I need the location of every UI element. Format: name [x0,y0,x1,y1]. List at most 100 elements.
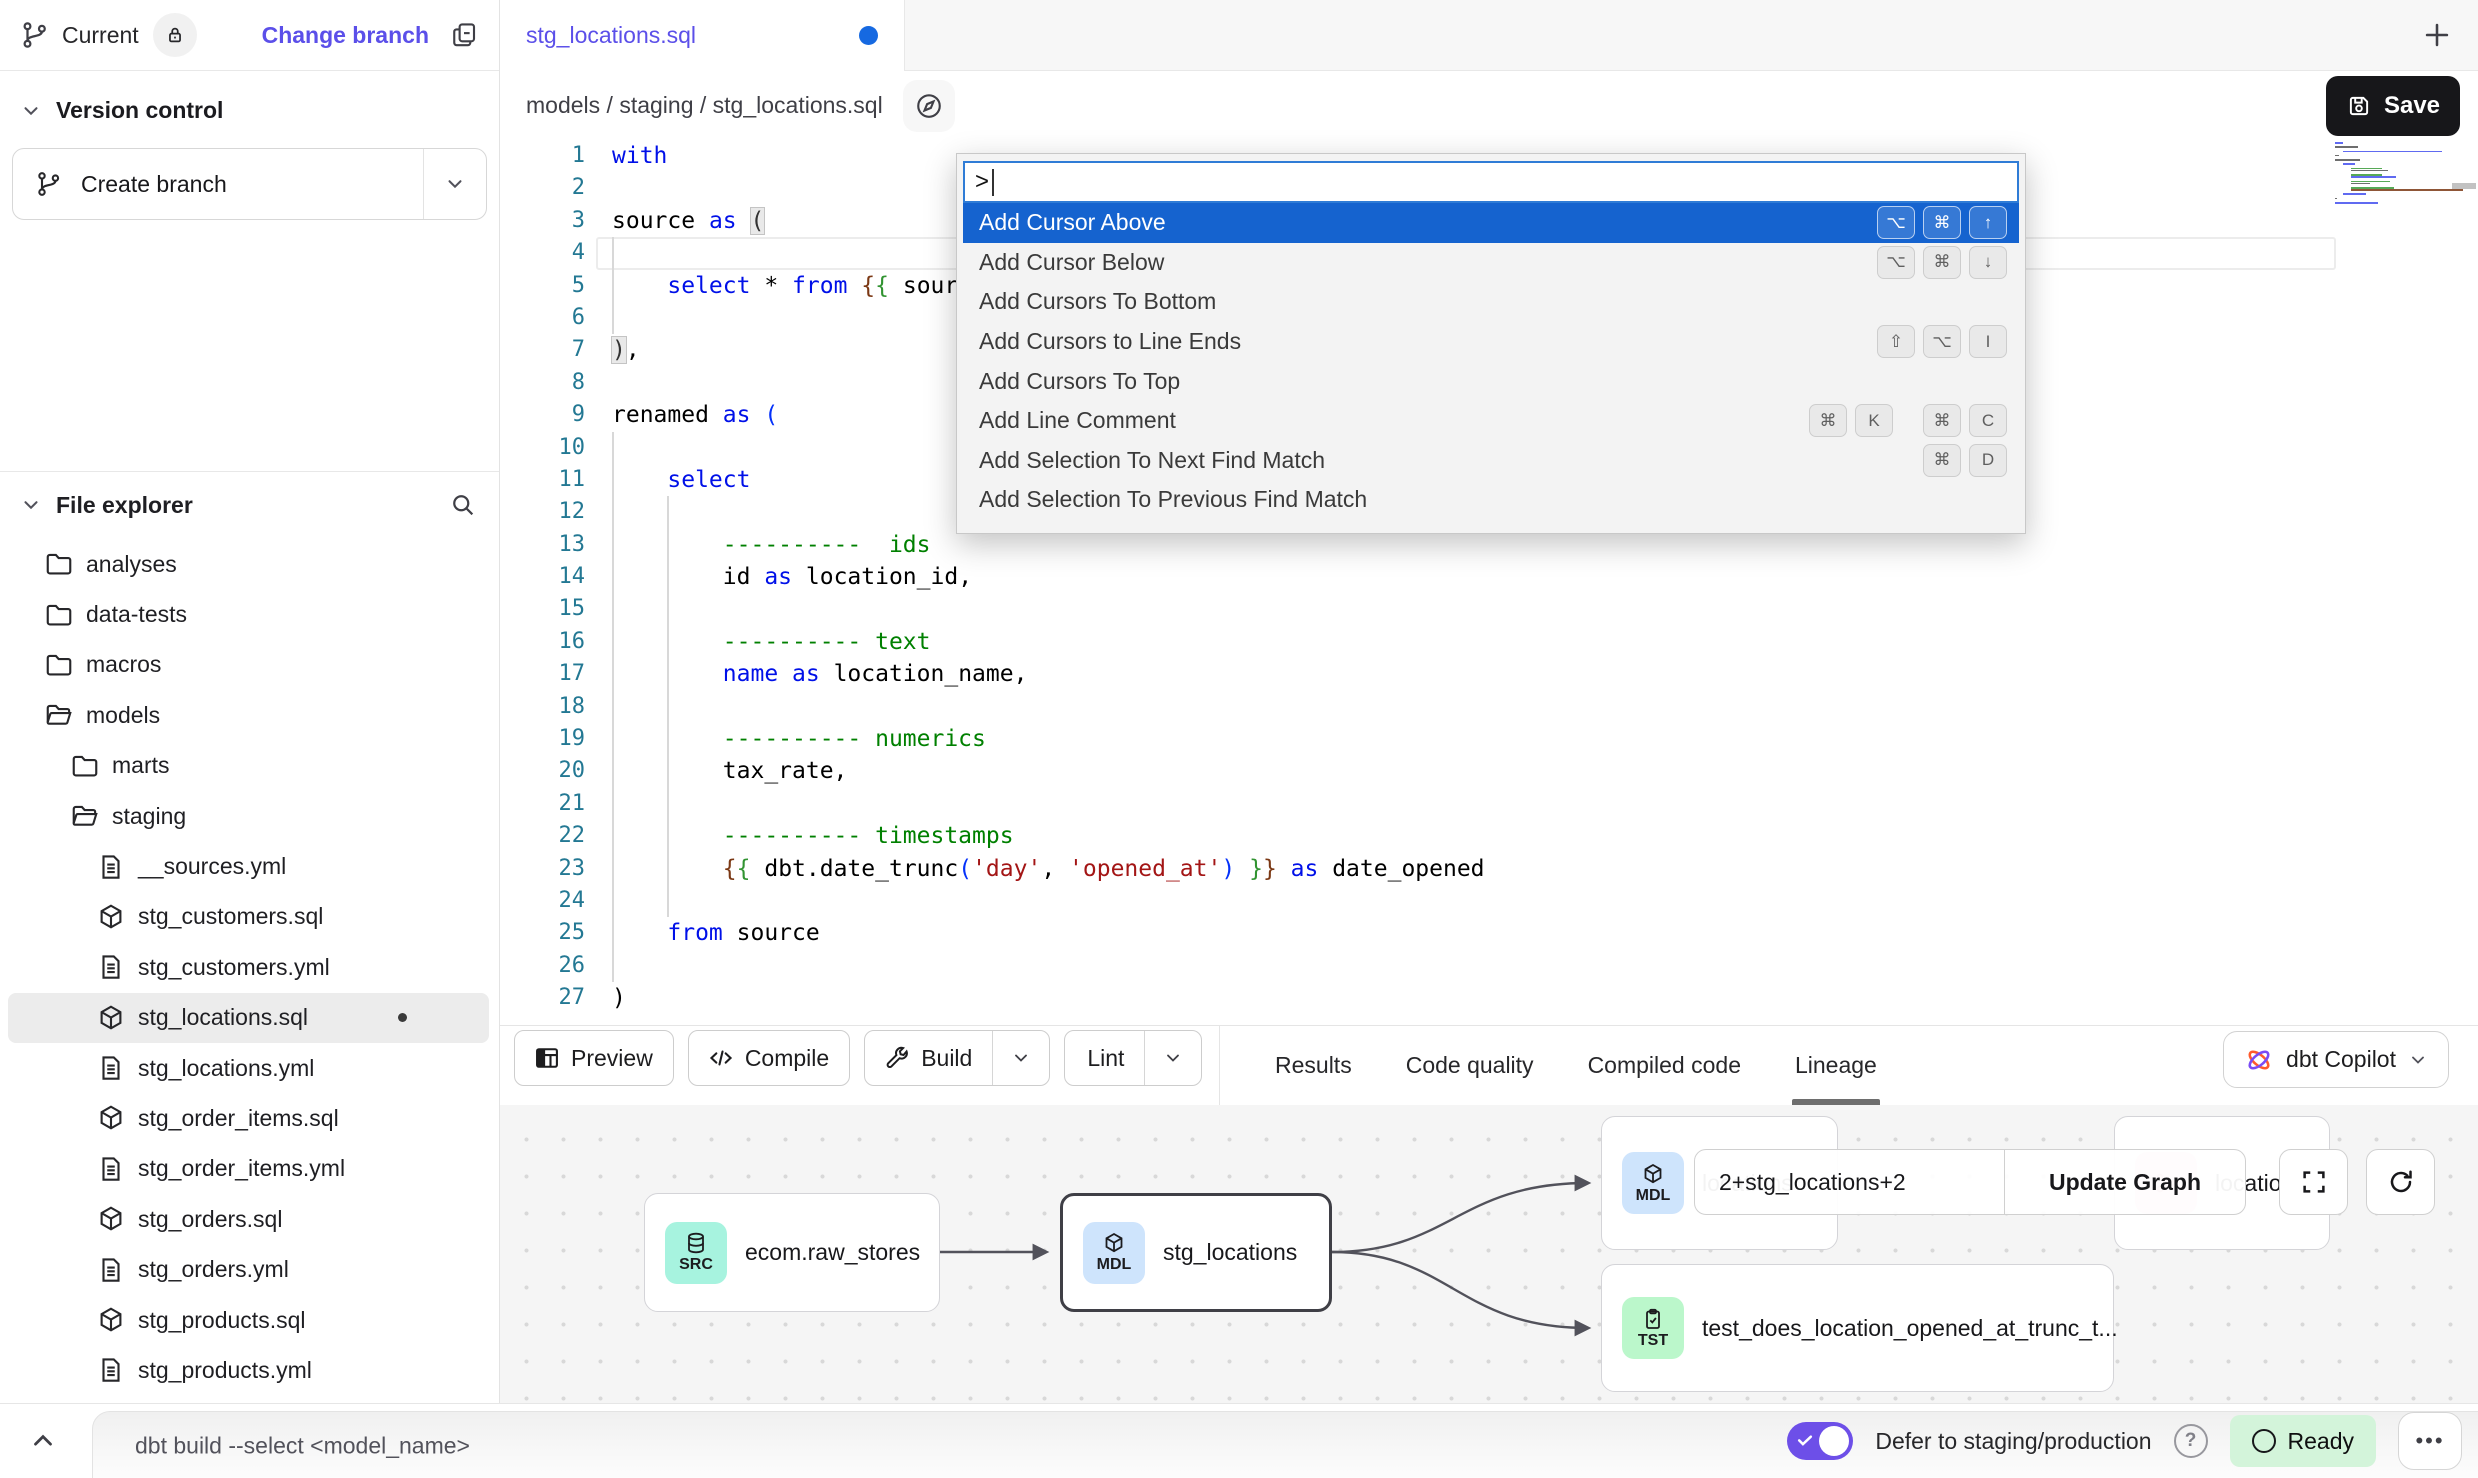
file-row-marts[interactable]: marts [8,741,489,791]
save-button[interactable]: Save [2326,76,2460,136]
refresh-button[interactable] [2366,1149,2435,1215]
file-row-data-tests[interactable]: data-tests [8,589,489,639]
code-line-21[interactable]: 21 [500,788,2478,820]
create-branch-dropdown[interactable] [423,149,486,219]
palette-item[interactable]: Add Cursor Above⌥⌘↑ [963,203,2019,243]
file-row-stg_locations.sql[interactable]: stg_locations.sql [8,993,489,1043]
keycap: D [1969,444,2007,477]
palette-item-label: Add Cursors to Line Ends [979,328,1241,355]
palette-item[interactable]: Add Selection To Next Find Match⌘D [963,441,2019,481]
keycap: C [1969,404,2007,437]
chevron-down-icon [2408,1050,2428,1070]
file-row-models[interactable]: models [8,690,489,740]
defer-toggle[interactable] [1787,1422,1853,1460]
dbt-copilot-button[interactable]: dbt Copilot [2223,1031,2449,1088]
tab-code-quality[interactable]: Code quality [1379,1026,1561,1105]
file-row-stg_customers.sql[interactable]: stg_customers.sql [8,892,489,942]
git-branch-icon [35,170,63,198]
line-number: 9 [500,399,585,431]
check-icon [1795,1430,1815,1450]
version-control-title: Version control [56,97,223,124]
command-palette-input[interactable]: > [963,161,2019,203]
file-row-stg_order_items.sql[interactable]: stg_order_items.sql [8,1093,489,1143]
build-button[interactable]: Build [864,1030,1050,1086]
search-icon[interactable] [449,491,477,519]
code-line-27[interactable]: 27) [500,982,2478,1014]
fullscreen-button[interactable] [2279,1149,2348,1215]
file-name: stg_products.sql [138,1307,305,1334]
palette-item[interactable]: Add Line Comment⌘K⌘C [963,401,2019,441]
lineage-node-source[interactable]: SRC ecom.raw_stores [644,1193,940,1312]
file-row-staging[interactable]: staging [8,791,489,841]
chevron-up-icon[interactable] [28,1426,58,1456]
file-row-stg_orders.sql[interactable]: stg_orders.sql [8,1194,489,1244]
preview-button[interactable]: Preview [514,1030,674,1086]
line-number: 15 [500,593,585,625]
modified-dot-icon [398,1013,407,1022]
tab-lineage[interactable]: Lineage [1768,1026,1904,1105]
file-explorer-section-header[interactable]: File explorer [0,478,499,532]
lineage-selector-input[interactable]: 2+stg_locations+2 [1695,1150,2005,1214]
badge-label: SRC [679,1256,713,1274]
file-name: marts [112,752,170,779]
palette-item[interactable]: Add Selection To Previous Find Match [963,480,2019,520]
lint-button[interactable]: Lint [1064,1030,1202,1086]
update-graph-button[interactable]: Update Graph [2005,1150,2245,1214]
compile-button[interactable]: Compile [688,1030,850,1086]
palette-item[interactable]: Add Cursors To Top [963,361,2019,401]
tab-compiled-code[interactable]: Compiled code [1561,1026,1768,1105]
cli-command-placeholder: dbt build --select <model_name> [135,1432,470,1459]
palette-item[interactable]: Add Cursors To Bottom [963,282,2019,322]
file-row-stg_customers.yml[interactable]: stg_customers.yml [8,942,489,992]
command-palette: > Add Cursor Above⌥⌘↑Add Cursor Below⌥⌘↓… [956,153,2026,534]
help-icon[interactable]: ? [2174,1424,2208,1458]
code-line-24[interactable]: 24 [500,885,2478,917]
file-row-stg_products.yml[interactable]: stg_products.yml [8,1345,489,1395]
palette-item[interactable]: Add Cursors to Line Ends⇧⌥I [963,322,2019,362]
badge-label: MDL [1097,1256,1132,1274]
ready-status-badge[interactable]: Ready [2230,1415,2376,1467]
line-number: 2 [500,172,585,204]
file-row-analyses[interactable]: analyses [8,539,489,589]
file-row-stg_locations.yml[interactable]: stg_locations.yml [8,1043,489,1093]
line-number: 7 [500,334,585,366]
line-number: 22 [500,820,585,852]
new-tab-button[interactable] [2420,18,2454,52]
lineage-selector-toolbar: 2+stg_locations+2 Update Graph [1694,1149,2246,1215]
lineage-node-test[interactable]: TST test_does_location_opened_at_trunc_t… [1601,1264,2114,1392]
status-bar-right: Defer to staging/production ? Ready ••• [1787,1404,2462,1478]
file-row-macros[interactable]: macros [8,640,489,690]
create-branch-button[interactable]: Create branch [12,148,487,220]
lineage-node-stg-locations[interactable]: MDL stg_locations [1060,1193,1332,1312]
code-line-18[interactable]: 18 [500,691,2478,723]
copy-icon[interactable] [449,20,479,50]
file-row-stg_order_items.yml[interactable]: stg_order_items.yml [8,1144,489,1194]
code-line-16[interactable]: 16 ---------- text [500,626,2478,658]
code-line-14[interactable]: 14 id as location_id, [500,561,2478,593]
minimap-slider[interactable] [2452,183,2476,189]
palette-item[interactable]: Add Cursor Below⌥⌘↓ [963,243,2019,283]
code-line-19[interactable]: 19 ---------- numerics [500,723,2478,755]
code-line-25[interactable]: 25 from source [500,917,2478,949]
change-branch-link[interactable]: Change branch [262,22,429,49]
preview-label: Preview [571,1045,653,1072]
file-row-__sources.yml[interactable]: __sources.yml [8,841,489,891]
build-dropdown[interactable] [992,1031,1049,1085]
tab-stg-locations[interactable]: stg_locations.sql [500,0,905,71]
code-line-20[interactable]: 20 tax_rate, [500,755,2478,787]
file-row-stg_products.sql[interactable]: stg_products.sql [8,1295,489,1345]
compass-icon[interactable] [903,80,955,132]
tab-results[interactable]: Results [1248,1026,1379,1105]
code-line-26[interactable]: 26 [500,950,2478,982]
code-line-15[interactable]: 15 [500,593,2478,625]
minimap[interactable] [2335,142,2453,204]
code-line-17[interactable]: 17 name as location_name, [500,658,2478,690]
code-line-22[interactable]: 22 ---------- timestamps [500,820,2478,852]
version-control-section-header[interactable]: Version control [0,71,499,124]
lint-dropdown[interactable] [1144,1031,1201,1085]
code-line-23[interactable]: 23 {{ dbt.date_trunc('day', 'opened_at')… [500,853,2478,885]
file-row-stg_orders.yml[interactable]: stg_orders.yml [8,1244,489,1294]
lineage-canvas[interactable]: SRC ecom.raw_stores MDL stg_locations MD… [500,1105,2478,1403]
file-name: analyses [86,551,177,578]
more-options-button[interactable]: ••• [2398,1412,2462,1470]
